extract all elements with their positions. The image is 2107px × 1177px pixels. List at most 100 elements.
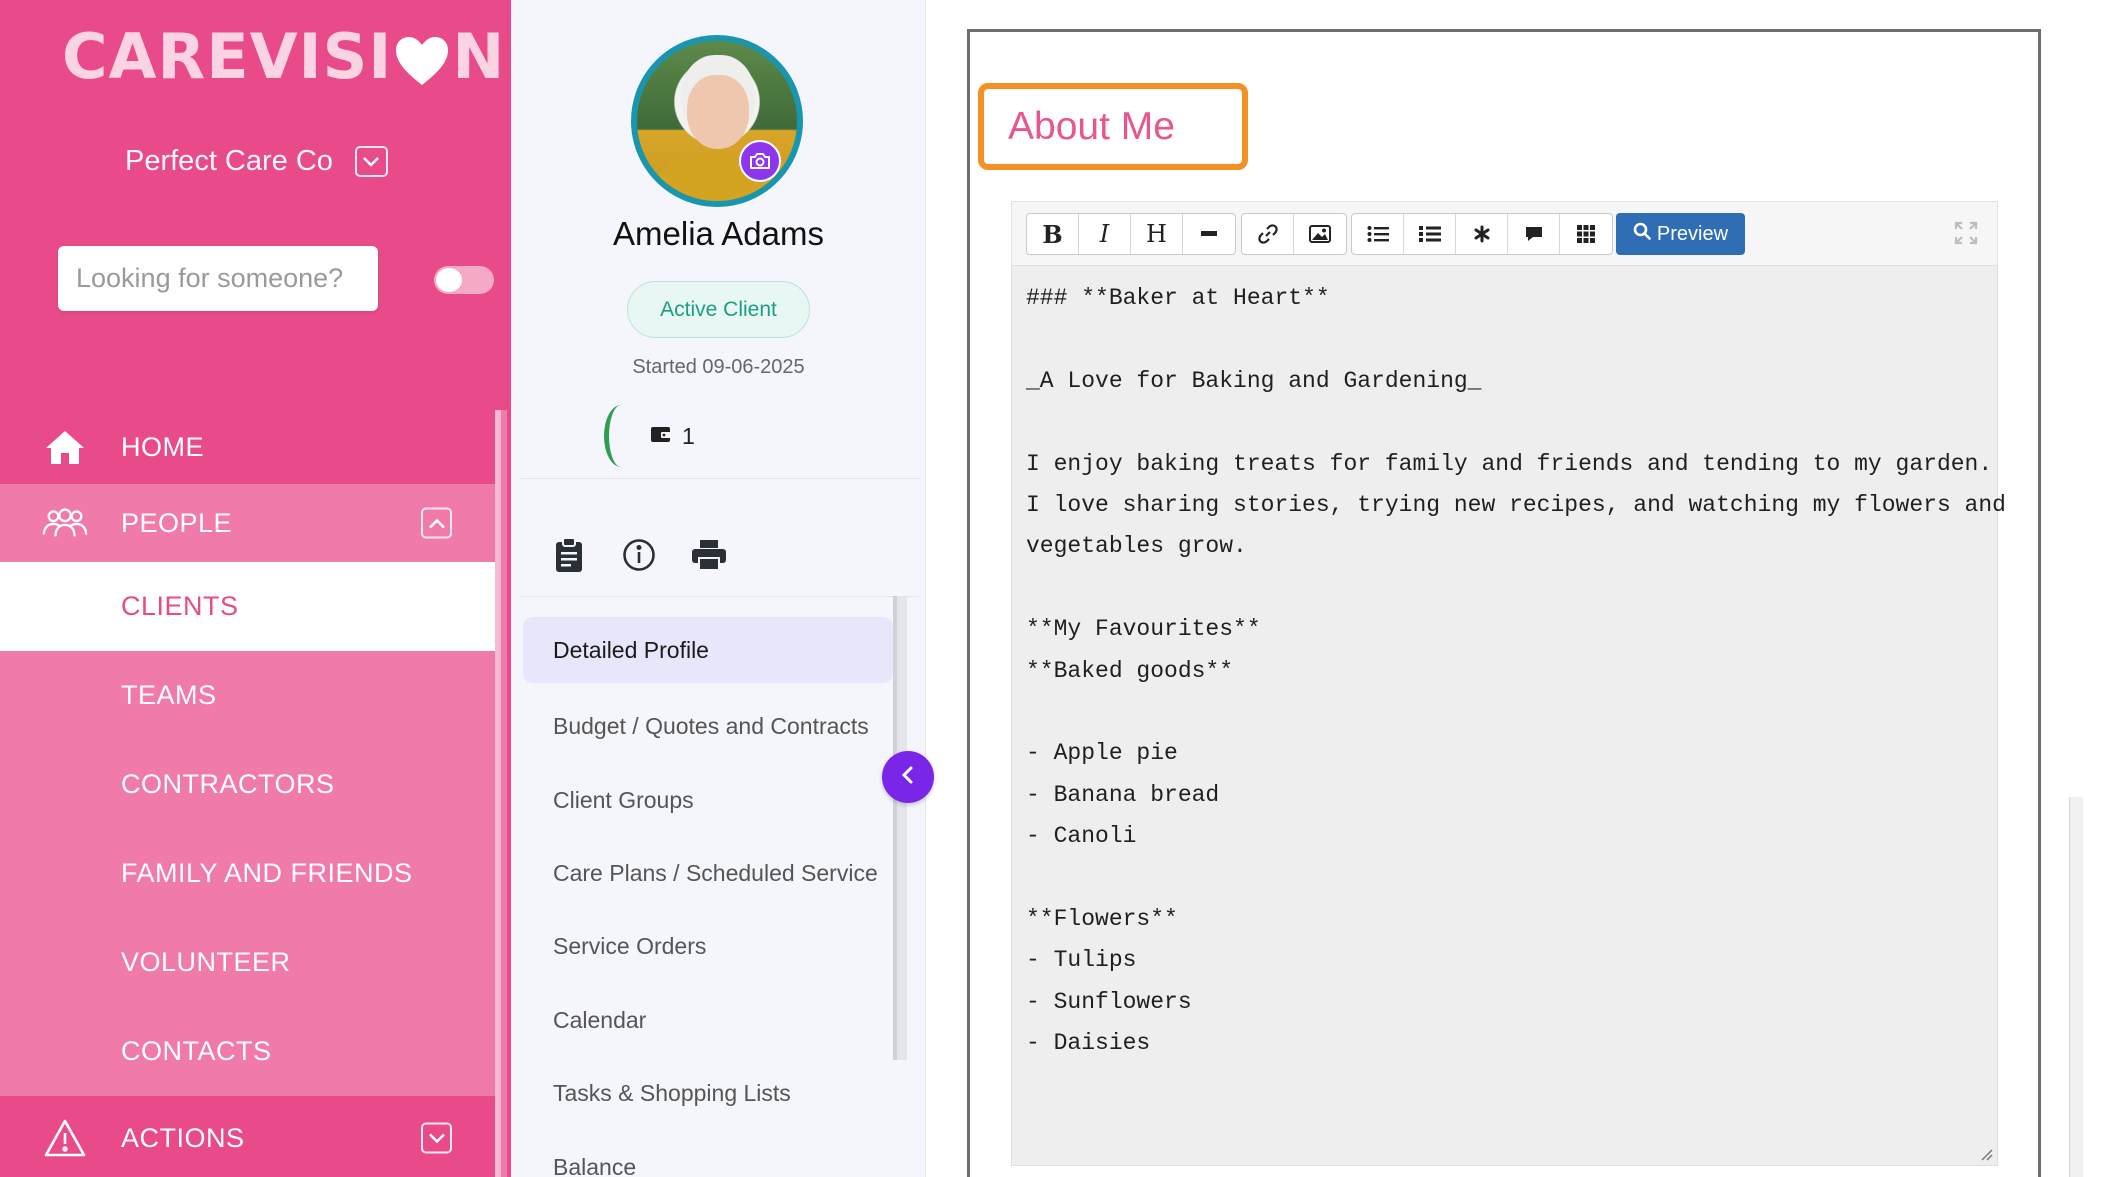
wallet-icon bbox=[650, 424, 672, 449]
heart-icon bbox=[394, 31, 450, 85]
menu-item-budget-quotes-contracts[interactable]: Budget / Quotes and Contracts bbox=[523, 690, 893, 763]
app-window: CAREVISI N Perfect Care Co HOME bbox=[0, 0, 2107, 1177]
organization-selector[interactable]: Perfect Care Co bbox=[125, 145, 388, 178]
client-section-menu: Detailed Profile Budget / Quotes and Con… bbox=[523, 617, 893, 1177]
menu-item-care-plans[interactable]: Care Plans / Scheduled Service bbox=[523, 837, 893, 910]
nav-label-contractors: CONTRACTORS bbox=[121, 769, 335, 799]
status-badge: Active Client bbox=[627, 281, 810, 338]
info-icon[interactable] bbox=[621, 537, 657, 573]
image-icon[interactable] bbox=[1294, 214, 1346, 254]
nav-label-clients: CLIENTS bbox=[121, 591, 239, 621]
scrollbar-thumb[interactable] bbox=[897, 596, 907, 1060]
main-nav: HOME PEOPLE CLIENTS TEAMS CONTRACTORS FA… bbox=[0, 410, 495, 1096]
logo-text-left: CAREVISI bbox=[62, 20, 393, 93]
nav-item-contractors[interactable]: CONTRACTORS bbox=[0, 740, 495, 829]
menu-scrollbar[interactable] bbox=[893, 596, 907, 1060]
editor-line: **Flowers** bbox=[1026, 905, 1178, 932]
editor-line: - Daisies bbox=[1026, 1030, 1151, 1057]
toggle-knob bbox=[436, 268, 462, 292]
chevron-left-icon bbox=[900, 765, 916, 790]
sidebar-scrollbar[interactable] bbox=[495, 410, 507, 1177]
editor-line: _A Love for Baking and Gardening_ bbox=[1026, 367, 1482, 394]
editor-line: vegetables grow. bbox=[1026, 533, 1247, 560]
format-button-group: B I H bbox=[1026, 213, 1236, 255]
insert-button-group bbox=[1241, 213, 1347, 255]
carevision-logo[interactable]: CAREVISI N bbox=[62, 20, 504, 93]
print-icon[interactable] bbox=[691, 537, 727, 573]
menu-item-balance[interactable]: Balance bbox=[523, 1130, 893, 1177]
progress-ring bbox=[604, 405, 638, 467]
editor-line: ### **Baker at Heart** bbox=[1026, 285, 1330, 311]
ordered-list-icon[interactable] bbox=[1404, 214, 1456, 254]
about-me-panel: About Me B I H Preview ### **Baker at He… bbox=[967, 29, 2041, 1177]
camera-icon[interactable] bbox=[739, 140, 781, 182]
menu-item-detailed-profile[interactable]: Detailed Profile bbox=[523, 617, 893, 683]
divider bbox=[521, 596, 921, 597]
resize-handle-icon[interactable] bbox=[1979, 1147, 1993, 1161]
client-search-input[interactable] bbox=[58, 246, 378, 311]
logo-text-right: N bbox=[452, 20, 506, 93]
nav-item-volunteer[interactable]: VOLUNTEER bbox=[0, 918, 495, 1007]
preview-label: Preview bbox=[1656, 222, 1729, 245]
chevron-up-icon[interactable] bbox=[421, 507, 452, 539]
warning-icon bbox=[42, 1118, 88, 1158]
comment-icon[interactable] bbox=[1508, 214, 1560, 254]
markdown-editor[interactable]: ### **Baker at Heart** _A Love for Bakin… bbox=[1011, 265, 2006, 1166]
editor-line: - Sunflowers bbox=[1026, 988, 1192, 1015]
nav-label-teams: TEAMS bbox=[121, 680, 217, 710]
clipboard-icon[interactable] bbox=[551, 537, 587, 573]
editor-line: **My Favourites** bbox=[1026, 616, 1261, 643]
menu-item-tasks-shopping-lists[interactable]: Tasks & Shopping Lists bbox=[523, 1057, 893, 1130]
nav-item-clients[interactable]: CLIENTS bbox=[0, 562, 495, 651]
nav-item-people[interactable]: PEOPLE bbox=[0, 484, 495, 562]
fullscreen-icon[interactable] bbox=[1953, 220, 1979, 246]
link-icon[interactable] bbox=[1242, 214, 1294, 254]
nav-item-home[interactable]: HOME bbox=[0, 410, 495, 484]
nav-item-contacts[interactable]: CONTACTS bbox=[0, 1007, 495, 1096]
editor-line: - Canoli bbox=[1026, 823, 1137, 850]
menu-item-service-orders[interactable]: Service Orders bbox=[523, 910, 893, 983]
unordered-list-icon[interactable] bbox=[1352, 214, 1404, 254]
nav-item-teams[interactable]: TEAMS bbox=[0, 651, 495, 740]
horizontal-rule-icon[interactable] bbox=[1183, 214, 1235, 254]
wallet-summary[interactable]: 1 bbox=[604, 405, 695, 467]
editor-line: I love sharing stories, trying new recip… bbox=[1026, 491, 2006, 518]
table-icon[interactable] bbox=[1560, 214, 1612, 254]
main-sidebar: CAREVISI N Perfect Care Co HOME bbox=[0, 0, 515, 1177]
search-toggle-switch[interactable] bbox=[434, 266, 494, 294]
client-name: Amelia Adams bbox=[613, 215, 824, 252]
editor-line: - Apple pie bbox=[1026, 740, 1178, 767]
client-avatar bbox=[631, 35, 803, 207]
heading-icon[interactable]: H bbox=[1131, 214, 1183, 254]
organization-name: Perfect Care Co bbox=[125, 145, 333, 177]
nav-item-actions[interactable]: ACTIONS bbox=[0, 1099, 495, 1177]
profile-tools bbox=[551, 537, 727, 573]
page-scrollbar[interactable] bbox=[2069, 797, 2083, 1177]
start-date: Started 09-06-2025 bbox=[632, 356, 805, 378]
menu-item-calendar[interactable]: Calendar bbox=[523, 984, 893, 1057]
section-title: About Me bbox=[978, 83, 1248, 170]
nav-item-family-and-friends[interactable]: FAMILY AND FRIENDS bbox=[0, 829, 495, 918]
chevron-down-icon[interactable] bbox=[421, 1122, 452, 1154]
editor-line: I enjoy baking treats for family and fri… bbox=[1026, 450, 1993, 477]
people-submenu: CLIENTS TEAMS CONTRACTORS FAMILY AND FRI… bbox=[0, 562, 495, 1096]
chevron-down-icon[interactable] bbox=[354, 146, 388, 177]
nav-label-volunteer: VOLUNTEER bbox=[121, 947, 291, 977]
markdown-toolbar: B I H Preview bbox=[1011, 201, 1998, 265]
nav-label-family-and-friends: FAMILY AND FRIENDS bbox=[121, 858, 413, 888]
collapse-panel-button[interactable] bbox=[882, 751, 934, 803]
search-icon bbox=[1633, 222, 1651, 246]
preview-button[interactable]: Preview bbox=[1616, 213, 1745, 255]
italic-icon[interactable]: I bbox=[1079, 214, 1131, 254]
asterisk-icon[interactable] bbox=[1456, 214, 1508, 254]
nav-label-contacts: CONTACTS bbox=[121, 1036, 272, 1066]
nav-label-actions: ACTIONS bbox=[121, 1122, 245, 1153]
menu-item-client-groups[interactable]: Client Groups bbox=[523, 763, 893, 836]
bold-icon[interactable]: B bbox=[1027, 214, 1079, 254]
divider bbox=[521, 478, 921, 479]
